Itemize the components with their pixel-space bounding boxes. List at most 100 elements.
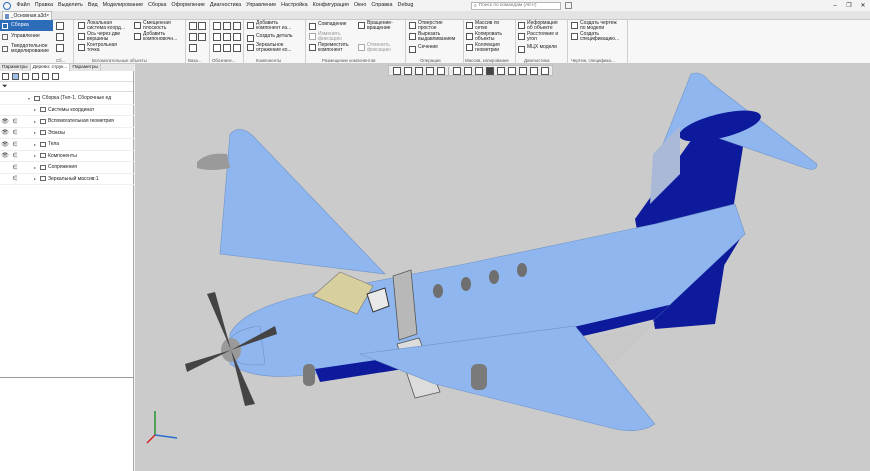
change-fixation-button[interactable]: Изменить фиксацию <box>309 31 342 43</box>
cut-extrude-button[interactable]: Вырезать выдавливанием <box>409 31 455 43</box>
menu-item-help[interactable]: Справка <box>369 0 395 11</box>
tree-group-icon[interactable] <box>22 72 29 80</box>
tool-icon[interactable] <box>213 22 221 30</box>
tree-structure-icon[interactable] <box>12 72 19 80</box>
create-specification-button[interactable]: Создать спецификацию... <box>571 31 619 43</box>
tree-dropdown-icon[interactable] <box>52 72 59 80</box>
passenger-window[interactable] <box>489 270 499 284</box>
menu-item-window[interactable]: Окно <box>351 0 369 11</box>
tool-icon[interactable] <box>198 33 206 41</box>
tool-icon[interactable] <box>189 44 197 52</box>
move-component-button[interactable]: Переместить компонент <box>309 42 349 54</box>
document-tab[interactable]: _Основная.a3d × <box>2 11 52 20</box>
tool-icon[interactable] <box>233 33 241 41</box>
geometry-collection-button[interactable]: Коллекция геометрии <box>466 42 500 54</box>
orientation-icon[interactable] <box>414 66 423 75</box>
propeller-blade[interactable] <box>207 292 231 350</box>
menu-item-modeling[interactable]: Моделирование <box>100 0 145 11</box>
menu-item-file[interactable]: Файл <box>14 0 32 11</box>
epsilon-icon[interactable]: ∈ <box>10 164 20 171</box>
menu-item-management[interactable]: Управление <box>244 0 279 11</box>
passenger-window[interactable] <box>461 277 471 291</box>
tool-icon[interactable] <box>223 33 231 41</box>
command-search[interactable]: ⌕ <box>470 1 561 10</box>
copy-objects-button[interactable]: Копировать объекты <box>466 31 502 43</box>
epsilon-icon[interactable]: ∈ <box>10 141 20 148</box>
passenger-window[interactable] <box>517 263 527 277</box>
control-point-button[interactable]: Контрольная точка <box>78 42 117 54</box>
section-view-icon[interactable] <box>474 66 483 75</box>
tab-close-icon[interactable]: × <box>46 13 49 19</box>
tab-model-tree[interactable]: Дерево: струк... <box>30 64 71 71</box>
zoom-icon[interactable] <box>403 66 412 75</box>
hidden-lines-icon[interactable] <box>518 66 527 75</box>
tree-row-mates[interactable]: ∈ ▸ Сопряжения <box>0 162 134 174</box>
add-component-from-file-button[interactable]: Добавить компонент из... <box>247 20 291 32</box>
wireframe-icon[interactable] <box>507 66 516 75</box>
tree-options-icon[interactable] <box>42 72 49 80</box>
menu-item-debug[interactable]: Debug <box>395 0 416 11</box>
tree-row-aux-geometry[interactable]: 👁 ∈ ▸ Вспомогательная геометрия <box>0 116 134 128</box>
distance-angle-button[interactable]: Расстояние и угол <box>518 31 558 43</box>
tool-icon[interactable] <box>233 22 241 30</box>
nose-gear-wheel[interactable] <box>303 364 315 386</box>
simple-hole-button[interactable]: Отверстие простое <box>409 20 443 32</box>
app-logo-icon[interactable] <box>3 1 11 10</box>
menu-item-configuration[interactable]: Конфигурация <box>310 0 351 11</box>
tool-icon[interactable] <box>189 22 197 30</box>
epsilon-icon[interactable]: ∈ <box>10 129 20 136</box>
panel-divider[interactable] <box>0 377 134 378</box>
restore-icon[interactable]: ❐ <box>842 2 856 9</box>
tree-row-assembly[interactable]: ▾ Сборка (Тел-1, Сборочные ед <box>0 93 134 105</box>
mode-assembly[interactable]: Сборка <box>0 20 53 31</box>
minimize-icon[interactable]: – <box>828 3 842 9</box>
main-gear-wheel[interactable] <box>471 364 487 390</box>
eye-icon[interactable]: 👁 <box>0 129 10 136</box>
close-icon[interactable]: ✕ <box>856 2 870 9</box>
menu-item-assembly[interactable]: Сборка <box>145 0 168 11</box>
tool-icon[interactable] <box>233 44 241 52</box>
tree-mode-icon[interactable] <box>2 72 9 80</box>
menu-item-drafting[interactable]: Оформление <box>169 0 207 11</box>
tool-icon[interactable] <box>223 44 231 52</box>
object-info-button[interactable]: Информация об объекте <box>518 20 558 32</box>
eye-icon[interactable]: 👁 <box>0 152 10 159</box>
mass-properties-button[interactable]: МЦХ модели <box>518 44 557 53</box>
menu-item-diagnostics[interactable]: Диагностика <box>207 0 243 11</box>
filter-display-icon[interactable] <box>540 66 549 75</box>
tree-row-components[interactable]: 👁 ∈ ▸ Компоненты <box>0 151 134 162</box>
epsilon-icon[interactable]: ∈ <box>10 118 20 125</box>
eye-icon[interactable]: 👁 <box>0 141 10 148</box>
tool-icon[interactable] <box>213 44 221 52</box>
coincidence-button[interactable]: Совпадение <box>309 21 347 30</box>
epsilon-icon[interactable]: ∈ <box>10 175 20 182</box>
settings-square-icon[interactable] <box>564 2 572 9</box>
axis-two-vertices-button[interactable]: Ось через две вершины <box>78 31 120 43</box>
local-cs-button[interactable]: Локальная система коорд... <box>78 20 125 32</box>
cancel-fixation-button[interactable]: Отменить фиксацию <box>358 42 391 54</box>
tree-sort-icon[interactable] <box>32 72 39 80</box>
tool-icon[interactable] <box>56 44 64 52</box>
zoom-fit-icon[interactable] <box>392 66 401 75</box>
left-wing[interactable] <box>219 129 386 275</box>
tool-icon[interactable] <box>213 33 221 41</box>
tree-row-bodies[interactable]: 👁 ∈ ▸ Тела <box>0 139 134 151</box>
menu-item-select[interactable]: Выделить <box>55 0 85 11</box>
pan-icon[interactable] <box>436 66 445 75</box>
epsilon-icon[interactable]: ∈ <box>10 152 20 159</box>
mesh-array-button[interactable]: Массив по сетке <box>466 20 499 32</box>
rotate-icon[interactable] <box>425 66 434 75</box>
tab-parameters-2[interactable]: Параметры <box>70 64 101 71</box>
mode-management[interactable]: Управление <box>0 31 53 42</box>
projection-icon[interactable] <box>463 66 472 75</box>
propeller-blade[interactable] <box>185 350 231 372</box>
aircraft-model[interactable] <box>135 64 870 471</box>
3d-viewport[interactable] <box>135 64 870 471</box>
tool-icon[interactable] <box>189 33 197 41</box>
tool-icon[interactable] <box>198 22 206 30</box>
section-button[interactable]: Сечение <box>409 44 438 53</box>
filter-icon[interactable]: ⏷ <box>2 83 8 91</box>
menu-item-settings[interactable]: Настройка <box>279 0 311 11</box>
passenger-window[interactable] <box>433 284 443 298</box>
tree-row-mirror-array[interactable]: ∈ ▸ Зеркальный массив:1 <box>0 174 134 185</box>
